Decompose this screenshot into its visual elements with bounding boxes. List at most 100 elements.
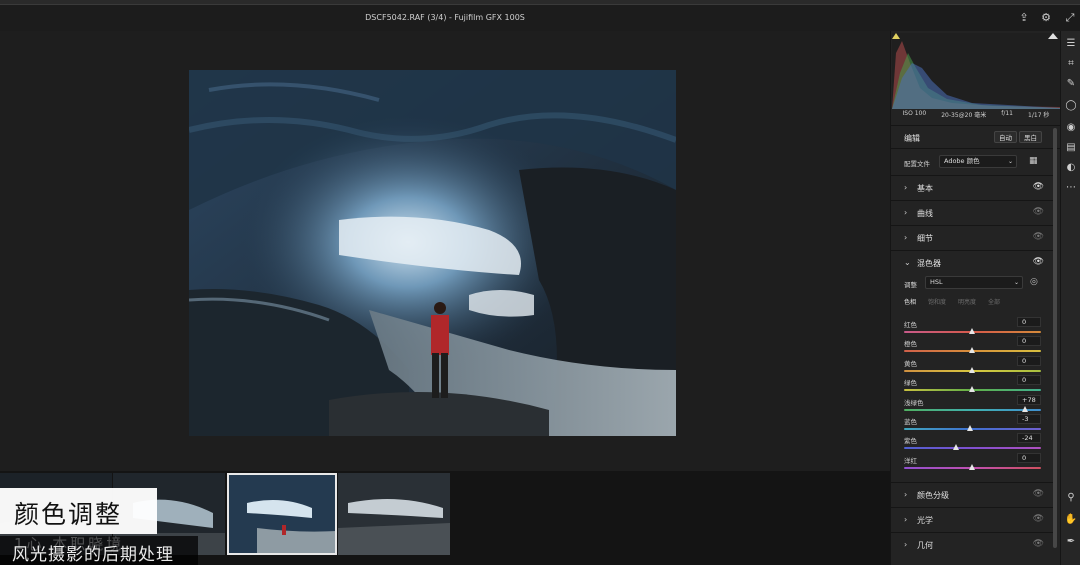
chevron-down-icon: ⌄	[904, 258, 911, 267]
slider-label: 红色	[904, 321, 917, 329]
gear-icon[interactable]: ⚙	[1039, 11, 1053, 25]
slider-row: 浅绿色 +78	[904, 394, 1041, 416]
slider-row: 紫色 -24	[904, 433, 1041, 454]
chevron-right-icon: ›	[904, 540, 908, 549]
slider-handle[interactable]	[969, 366, 975, 373]
section-label: 基本	[917, 184, 933, 193]
share-icon[interactable]: ⇪	[1017, 11, 1031, 25]
slider-handle[interactable]	[952, 444, 959, 451]
edit-panel: ISO 100 20-35@20 毫米 f/11 1/17 秒 编辑 自动 黑白…	[890, 31, 1061, 565]
section-label: 颜色分级	[917, 491, 949, 500]
exif-shutter: 1/17 秒	[1028, 112, 1050, 119]
slider-track[interactable]	[904, 408, 1041, 411]
sampler-icon[interactable]: ✒	[1064, 535, 1078, 549]
snapshots-icon[interactable]: ▤	[1064, 141, 1078, 155]
eye-icon[interactable]: 👁	[1033, 232, 1044, 242]
slider-row: 红色 0	[904, 317, 1041, 338]
tab-all[interactable]: 全部	[988, 297, 1000, 306]
slider-handle[interactable]	[1022, 405, 1029, 412]
hand-icon[interactable]: ✋	[1064, 513, 1078, 527]
section-basic[interactable]: › 基本 👁	[891, 175, 1053, 199]
eye-icon[interactable]: 👁	[1033, 182, 1044, 192]
window-title: DSCF5042.RAF (3/4) - Fujifilm GFX 100S	[365, 13, 525, 22]
section-label: 光学	[917, 516, 933, 525]
section-label: 曲线	[917, 209, 933, 218]
slider-row: 蓝色 -3	[904, 414, 1041, 435]
slider-value-input[interactable]: -24	[1017, 433, 1041, 444]
divider	[891, 148, 1061, 149]
slider-value-input[interactable]: 0	[1017, 336, 1041, 347]
eye-icon[interactable]: 👁	[1033, 514, 1044, 524]
slider-value-input[interactable]: 0	[1017, 375, 1041, 386]
image-canvas[interactable]	[0, 31, 890, 471]
presets-icon[interactable]: ◐	[1064, 161, 1078, 175]
histogram	[892, 33, 1060, 109]
slider-label: 蓝色	[904, 418, 917, 426]
black-white-button[interactable]: 黑白	[1019, 131, 1042, 143]
slider-value-input[interactable]: 0	[1017, 355, 1041, 366]
section-color-grading[interactable]: › 颜色分级 👁	[891, 482, 1053, 506]
title-bar: DSCF5042.RAF (3/4) - Fujifilm GFX 100S ⇪	[0, 5, 1029, 31]
slider-label: 紫色	[904, 437, 917, 446]
red-eye-icon[interactable]: ◉	[1064, 121, 1078, 135]
adjust-dropdown[interactable]: HSL ⌄	[925, 276, 1023, 289]
exif-info: ISO 100 20-35@20 毫米 f/11 1/17 秒	[891, 110, 1061, 124]
exif-iso: ISO 100	[902, 110, 927, 117]
section-label: 几何	[917, 541, 933, 550]
edit-title: 编辑	[904, 134, 920, 143]
more-icon[interactable]: ⋯	[1064, 181, 1078, 195]
eye-icon[interactable]: 👁	[1033, 489, 1044, 499]
section-optics[interactable]: › 光学 👁	[891, 507, 1053, 531]
caption-title: 颜色调整	[14, 500, 123, 529]
caption-subtitle: 风光摄影的后期处理	[12, 545, 174, 565]
slider-row: 绿色 0	[904, 375, 1041, 396]
profile-dropdown[interactable]: Adobe 颜色 ⌄	[939, 155, 1017, 168]
expand-icon[interactable]: ⤢	[1063, 11, 1077, 25]
section-detail[interactable]: › 细节 👁	[891, 225, 1053, 249]
chevron-right-icon: ›	[904, 490, 908, 499]
slider-value-input[interactable]: 0	[1017, 317, 1041, 327]
healing-brush-icon[interactable]: ✎	[1064, 77, 1078, 91]
slider-handle[interactable]	[969, 463, 975, 470]
crop-icon[interactable]: ⌗	[1064, 57, 1078, 71]
chevron-down-icon: ⌄	[1007, 158, 1013, 165]
slider-handle[interactable]	[969, 386, 975, 393]
exif-focal: 20-35@20 毫米	[941, 112, 987, 119]
section-label: 细节	[917, 234, 933, 243]
section-curve[interactable]: › 曲线 👁	[891, 200, 1053, 224]
tool-strip: ☰ ⌗ ✎ ◯ ◉ ▤ ◐ ⋯ ⚲ ✋ ✒	[1060, 31, 1080, 565]
slider-row: 洋红 0	[904, 452, 1041, 474]
main-photo	[189, 70, 676, 436]
slider-value-input[interactable]: +78	[1017, 394, 1041, 405]
slider-value-input[interactable]: 0	[1017, 452, 1041, 463]
target-adjust-icon[interactable]: ◎	[1030, 277, 1038, 287]
section-geometry[interactable]: › 几何 👁	[891, 532, 1053, 556]
eye-icon[interactable]: 👁	[1033, 539, 1044, 549]
masking-icon[interactable]: ◯	[1064, 99, 1078, 113]
eye-icon[interactable]: 👁	[1033, 257, 1044, 267]
section-color-mixer[interactable]: ⌄ 混色器 👁	[891, 250, 1053, 274]
slider-track[interactable]	[904, 447, 1041, 450]
slider-handle[interactable]	[966, 425, 973, 431]
zoom-icon[interactable]: ⚲	[1064, 491, 1078, 505]
thumbnail-4[interactable]	[338, 473, 450, 555]
slider-label: 绿色	[904, 379, 917, 388]
slider-label: 橙色	[904, 340, 917, 349]
section-label: 混色器	[917, 259, 941, 268]
edit-sliders-icon[interactable]: ☰	[1064, 37, 1078, 51]
eye-icon[interactable]: 👁	[1033, 207, 1044, 217]
tab-hue[interactable]: 色相	[904, 297, 916, 306]
chevron-right-icon: ›	[904, 515, 908, 524]
slider-label: 黄色	[904, 359, 917, 368]
adjust-value: HSL	[930, 278, 943, 286]
thumbnail-3-selected[interactable]	[227, 473, 337, 555]
slider-value-input[interactable]: -3	[1017, 414, 1041, 424]
profile-browser-icon[interactable]: ▦	[1029, 156, 1039, 166]
tab-saturation[interactable]: 饱和度	[928, 297, 946, 306]
panel-scrollbar[interactable]	[1053, 128, 1057, 548]
tab-luminance[interactable]: 明亮度	[958, 297, 976, 306]
auto-button[interactable]: 自动	[994, 131, 1017, 143]
slider-handle[interactable]	[969, 347, 975, 354]
profile-label: 配置文件	[904, 160, 930, 168]
slider-handle[interactable]	[969, 328, 975, 334]
